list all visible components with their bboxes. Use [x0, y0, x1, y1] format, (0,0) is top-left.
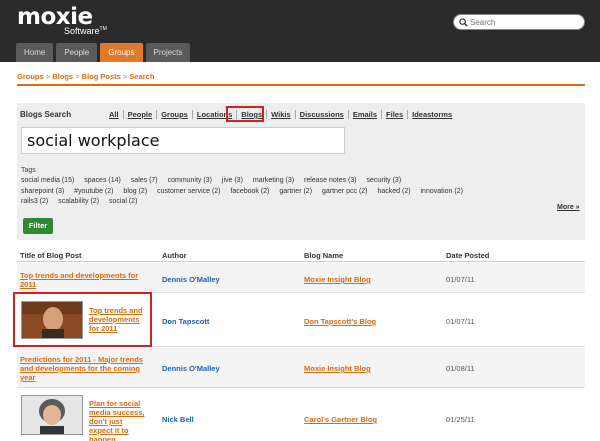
blog-name-link[interactable]: Moxie Insight Blog: [304, 275, 371, 284]
tag-item[interactable]: gartner pcc (2): [322, 188, 368, 195]
featured-post-highlight: [13, 292, 152, 347]
post-date: 01/08/11: [446, 364, 475, 373]
search-scope-filters: All People Groups Locations Blogs Wikis …: [105, 110, 456, 119]
table-row: Plan for social media success, don't jus…: [17, 389, 585, 441]
tab-people[interactable]: People: [56, 43, 98, 62]
author-link[interactable]: Dennis O'Malley: [162, 275, 220, 284]
tag-item[interactable]: innovation (2): [421, 188, 463, 195]
tab-home[interactable]: Home: [16, 43, 54, 62]
table-row: Top trends and developments for 2011 Den…: [17, 263, 585, 293]
tag-item[interactable]: scalability (2): [58, 198, 99, 205]
post-date: 01/07/11: [446, 275, 475, 284]
tag-item[interactable]: social (2): [109, 198, 137, 205]
results-table-header: Title of Blog Post Author Blog Name Date…: [17, 248, 585, 262]
tab-projects[interactable]: Projects: [145, 43, 191, 62]
filter-groups[interactable]: Groups: [157, 110, 193, 119]
tag-cloud: social media (15) spaces (14) sales (7) …: [21, 176, 551, 208]
post-title-link[interactable]: Predictions for 2011 - Major trends and …: [20, 355, 148, 382]
tab-groups[interactable]: Groups: [100, 43, 143, 62]
blogs-filter-highlight: [226, 106, 264, 122]
blog-name-link[interactable]: Don Tapscott's Blog: [304, 317, 376, 326]
more-tags-link[interactable]: More »: [557, 204, 580, 211]
col-date-posted: Date Posted: [446, 251, 490, 260]
top-header: moxie SoftwareTM Home People Groups Proj…: [0, 0, 600, 62]
filter-all[interactable]: All: [105, 110, 124, 119]
blog-name-link[interactable]: Moxie Insight Blog: [304, 364, 371, 373]
col-title: Title of Blog Post: [20, 251, 82, 260]
tag-item[interactable]: sales (7): [131, 177, 158, 184]
tags-label: Tags: [21, 167, 36, 174]
tag-item[interactable]: social media (15): [21, 177, 74, 184]
filter-ideastorms[interactable]: Ideastorms: [408, 110, 456, 119]
search-input[interactable]: [470, 16, 580, 28]
filter-discussions[interactable]: Discussions: [296, 110, 349, 119]
logo-subtitle: SoftwareTM: [64, 26, 107, 36]
filter-wikis[interactable]: Wikis: [267, 110, 296, 119]
table-row: Predictions for 2011 - Major trends and …: [17, 348, 585, 388]
tag-item[interactable]: facebook (2): [230, 188, 269, 195]
tag-item[interactable]: spaces (14): [84, 177, 121, 184]
blogs-search-panel: Blogs Search All People Groups Locations…: [17, 103, 585, 240]
breadcrumb-blog-posts[interactable]: Blog Posts: [82, 72, 121, 81]
tag-item[interactable]: release notes (3): [304, 177, 357, 184]
filter-button[interactable]: Filter: [23, 218, 53, 234]
query-input[interactable]: [22, 128, 344, 153]
tag-item[interactable]: jive (3): [222, 177, 243, 184]
panel-title: Blogs Search: [20, 110, 72, 119]
breadcrumb-blogs[interactable]: Blogs: [52, 72, 73, 81]
tag-item[interactable]: blog (2): [123, 188, 147, 195]
query-field[interactable]: [21, 127, 345, 154]
tag-item[interactable]: rails3 (2): [21, 198, 48, 205]
author-link[interactable]: Nick Bell: [162, 415, 194, 424]
author-link[interactable]: Dennis O'Malley: [162, 364, 220, 373]
col-author: Author: [162, 251, 187, 260]
filter-emails[interactable]: Emails: [349, 110, 383, 119]
tag-item[interactable]: marketing (3): [253, 177, 294, 184]
breadcrumb: Groups > Blogs > Blog Posts > Search: [17, 72, 155, 81]
tag-item[interactable]: community (3): [168, 177, 212, 184]
author-avatar[interactable]: [21, 395, 83, 435]
breadcrumb-groups[interactable]: Groups: [17, 72, 44, 81]
post-title-link[interactable]: Top trends and developments for 2011: [20, 271, 145, 289]
tag-item[interactable]: #youtube (2): [74, 188, 113, 195]
col-blog-name: Blog Name: [304, 251, 344, 260]
divider: [17, 84, 585, 86]
search-icon[interactable]: [459, 18, 468, 27]
main-nav-tabs: Home People Groups Projects: [16, 43, 193, 62]
author-link[interactable]: Don Tapscott: [162, 317, 209, 326]
tag-item[interactable]: customer service (2): [157, 188, 220, 195]
post-date: 01/25/11: [446, 415, 475, 424]
tag-item[interactable]: security (3): [367, 177, 402, 184]
filter-people[interactable]: People: [124, 110, 158, 119]
breadcrumb-search: Search: [129, 72, 155, 81]
global-search[interactable]: [453, 14, 585, 30]
tag-item[interactable]: hacked (2): [377, 188, 410, 195]
blog-name-link[interactable]: Carol's Gartner Blog: [304, 415, 377, 424]
tag-item[interactable]: sharepoint (3): [21, 188, 64, 195]
filter-files[interactable]: Files: [382, 110, 409, 119]
tag-item[interactable]: gartner (2): [279, 188, 312, 195]
post-title-link[interactable]: Plan for social media success, don't jus…: [89, 399, 145, 441]
post-date: 01/07/11: [446, 317, 475, 326]
